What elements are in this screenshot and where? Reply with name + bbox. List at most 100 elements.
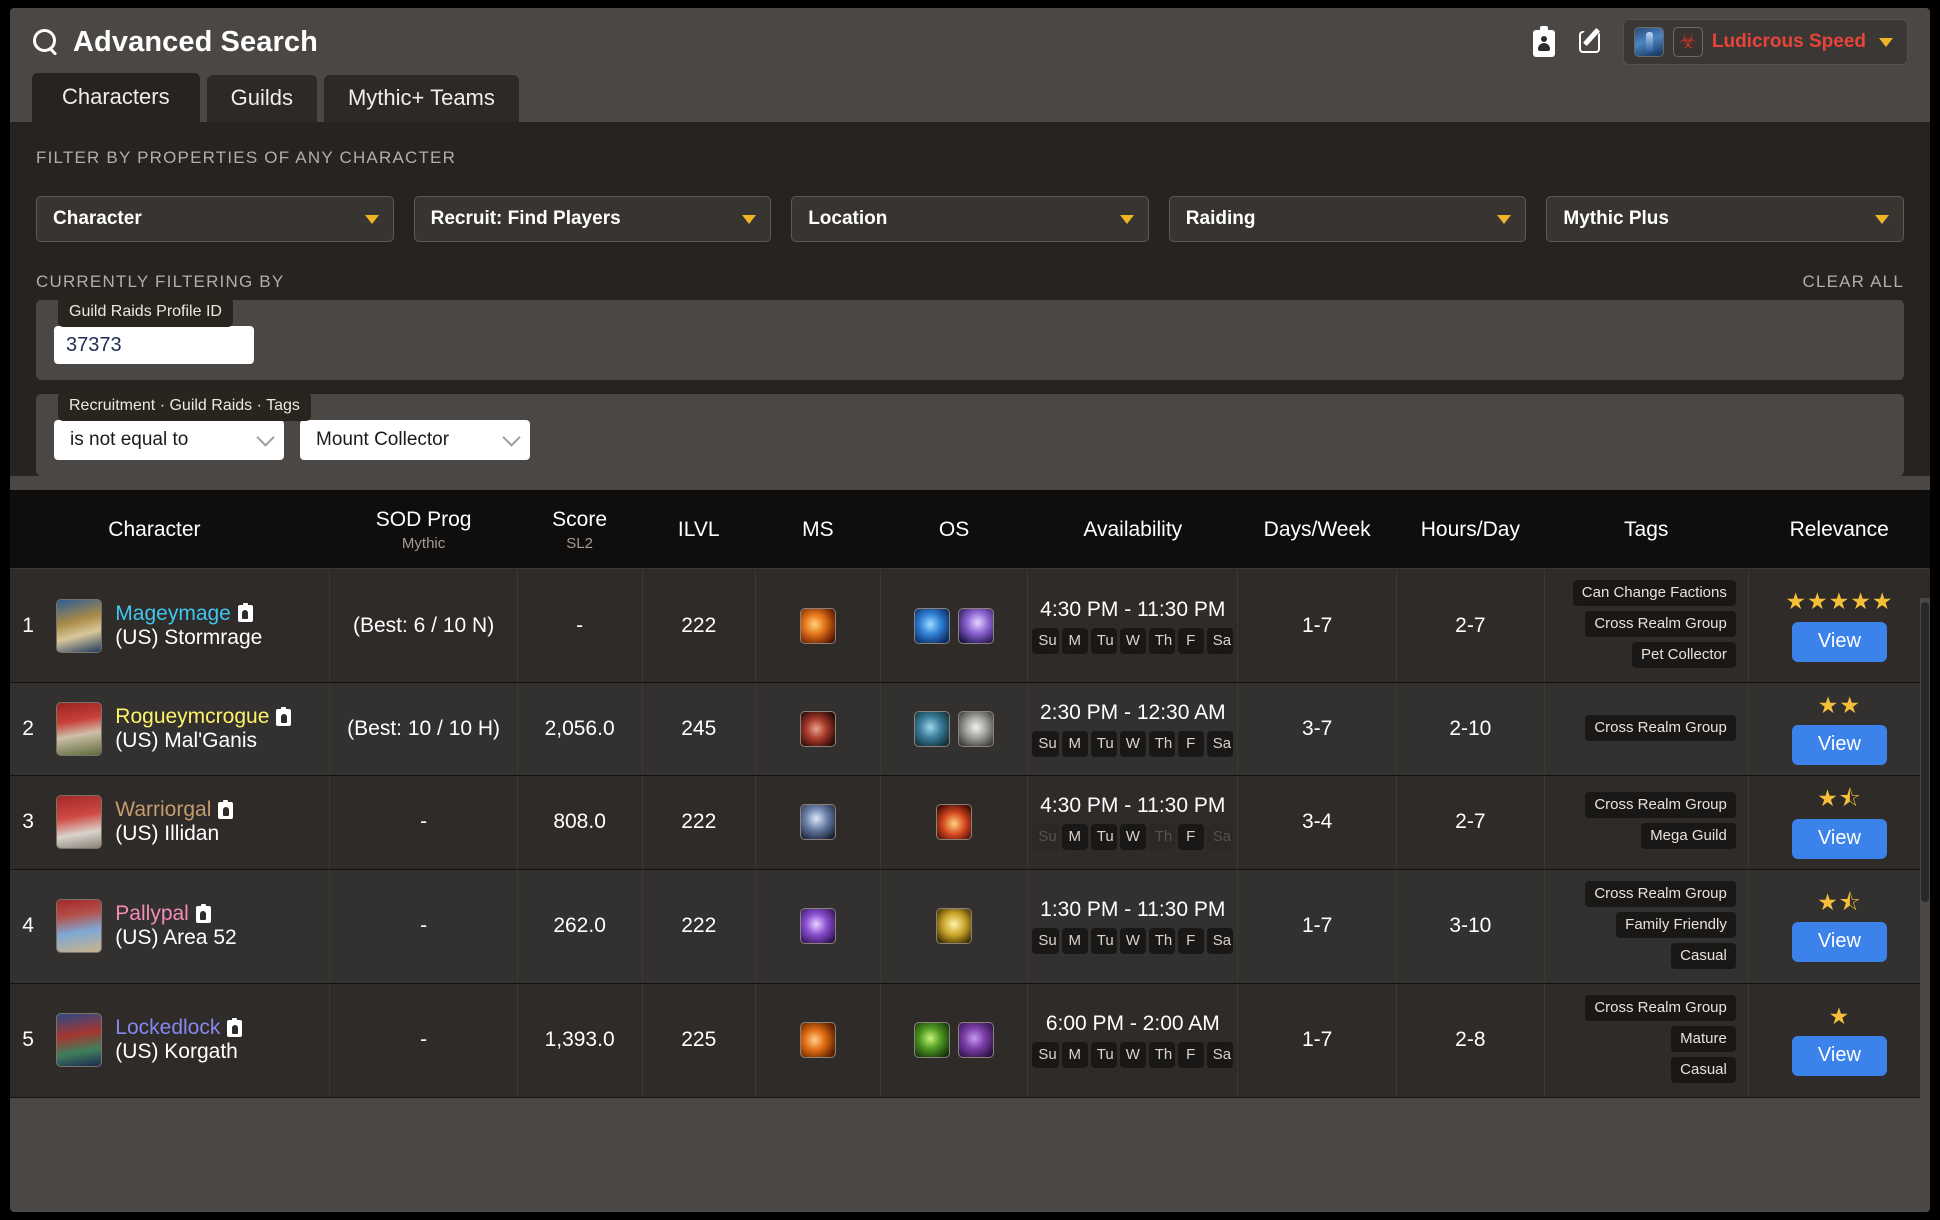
sod-prog-cell: (Best: 6 / 10 N)	[329, 568, 518, 683]
user-menu-button[interactable]: ☣ Ludicrous Speed	[1622, 19, 1908, 65]
clear-all-button[interactable]: CLEAR ALL	[1802, 272, 1904, 292]
roster-clipboard-icon[interactable]	[1529, 26, 1559, 58]
operator-select[interactable]: is not equal to	[54, 420, 284, 460]
spec-icon-holy[interactable]	[936, 908, 973, 945]
filter-group-body	[36, 300, 1904, 380]
col-os[interactable]: OS	[880, 490, 1028, 569]
profile-badge-icon	[218, 799, 234, 819]
spec-icon-arcane[interactable]	[914, 607, 951, 644]
spec-icon-frost[interactable]	[958, 607, 995, 644]
main-spec-cell	[755, 568, 881, 683]
col-ilvl[interactable]: ILVL	[642, 490, 756, 569]
dropdown-recruit-find-players[interactable]: Recruit: Find Players	[413, 196, 772, 242]
dropdown-character[interactable]: Character	[36, 196, 394, 242]
results-table-body: 1 Mageymage (US) Stormrage (Best: 6 / 10…	[10, 568, 1930, 1098]
character-name-link[interactable]: Warriorgal	[115, 798, 234, 822]
spec-icon-ret[interactable]	[799, 908, 836, 945]
relevance-stars: ★★★★★	[1785, 588, 1894, 615]
availability-cell: 4:30 PM - 11:30 PM Su M Tu W Th F Sa	[1027, 568, 1239, 683]
tag-chip: Cross Realm Group	[1585, 714, 1736, 741]
spec-icon-demo[interactable]	[958, 1022, 995, 1059]
day-chip: Tu	[1090, 1042, 1117, 1069]
search-icon	[32, 28, 60, 56]
col-character[interactable]: Character	[46, 490, 330, 569]
availability-time: 4:30 PM - 11:30 PM	[1040, 597, 1226, 621]
relevance-stars: ★	[1828, 1002, 1851, 1029]
view-button[interactable]: View	[1791, 621, 1887, 662]
days-week-cell: 1-7	[1237, 869, 1398, 984]
score-cell: 2,056.0	[517, 682, 643, 777]
spec-icon-assass[interactable]	[799, 711, 836, 748]
day-chip: Su	[1032, 1042, 1059, 1069]
tags-cell: Cross Realm Group Mature Casual	[1544, 983, 1749, 1098]
col-sod-prog[interactable]: SOD Prog Mythic	[329, 490, 518, 569]
tag-value-select[interactable]: Mount Collector	[300, 420, 530, 460]
dropdown-mythic-plus[interactable]: Mythic Plus	[1546, 196, 1904, 242]
character-cell: Rogueymcrogue (US) Mal'Ganis	[46, 682, 331, 777]
col-tags[interactable]: Tags	[1544, 490, 1749, 569]
col-sod-prog-label: SOD Prog	[375, 508, 472, 531]
days-week-cell: 1-7	[1237, 983, 1398, 1098]
col-score[interactable]: Score SL2	[517, 490, 643, 569]
spec-icon-affl[interactable]	[914, 1022, 951, 1059]
sod-prog-cell: -	[329, 775, 518, 870]
tag-value-select-value: Mount Collector	[316, 429, 450, 450]
vertical-scrollbar[interactable]	[1920, 598, 1930, 1212]
day-chip: W	[1119, 627, 1146, 654]
row-index: 1	[10, 568, 47, 683]
character-portrait	[56, 795, 103, 850]
relevance-cell: ★★★★★ View	[1748, 568, 1930, 683]
spec-icon-fire[interactable]	[799, 607, 836, 644]
character-name-link[interactable]: Lockedlock	[115, 1016, 243, 1040]
spec-icon-armsw[interactable]	[799, 804, 836, 841]
character-name-link[interactable]: Rogueymcrogue	[115, 705, 292, 729]
tab-guilds[interactable]: Guilds	[206, 75, 317, 122]
profile-badge-icon	[276, 706, 292, 726]
col-hours-day[interactable]: Hours/Day	[1396, 490, 1545, 569]
col-days-week[interactable]: Days/Week	[1237, 490, 1397, 569]
day-chip: F	[1177, 731, 1204, 758]
character-portrait	[56, 899, 103, 954]
view-button[interactable]: View	[1791, 1036, 1887, 1077]
availability-time: 6:00 PM - 2:00 AM	[1045, 1012, 1220, 1036]
character-portrait	[56, 1013, 103, 1068]
view-button[interactable]: View	[1791, 818, 1887, 859]
spec-icon-prot[interactable]	[936, 804, 973, 841]
dropdown-location-label: Location	[808, 208, 888, 229]
edit-compose-icon[interactable]	[1576, 25, 1606, 58]
filter-section-label: FILTER BY PROPERTIES OF ANY CHARACTER	[36, 148, 457, 167]
hours-day-cell: 2-7	[1396, 775, 1545, 870]
availability-time: 4:30 PM - 11:30 PM	[1040, 794, 1226, 818]
col-ms[interactable]: MS	[755, 490, 881, 569]
col-relevance[interactable]: Relevance	[1748, 490, 1930, 569]
view-button[interactable]: View	[1791, 922, 1887, 963]
hours-day-cell: 2-7	[1396, 568, 1545, 683]
character-name-link[interactable]: Pallypal	[115, 902, 236, 926]
scrollbar-thumb[interactable]	[1921, 602, 1929, 902]
view-button[interactable]: View	[1791, 725, 1887, 766]
dropdown-raiding[interactable]: Raiding	[1168, 196, 1527, 242]
tags-cell: Cross Realm Group Mega Guild	[1544, 775, 1749, 870]
tab-mythic-plus-teams[interactable]: Mythic+ Teams	[323, 75, 519, 122]
day-chip: Th	[1148, 928, 1175, 955]
tags-cell: Cross Realm Group	[1544, 682, 1749, 777]
dropdown-location[interactable]: Location	[791, 196, 1149, 242]
filter-group-body: is not equal to Mount Collector	[36, 394, 1904, 476]
character-realm: (US) Illidan	[115, 822, 220, 846]
spec-icon-destro[interactable]	[799, 1022, 836, 1059]
tags-cell: Can Change Factions Cross Realm Group Pet …	[1544, 568, 1749, 683]
day-chip: M	[1061, 627, 1088, 654]
row-index: 2	[10, 682, 47, 777]
spec-icon-outlaw[interactable]	[914, 711, 951, 748]
col-availability[interactable]: Availability	[1027, 490, 1238, 569]
days-week-cell: 3-4	[1237, 775, 1398, 870]
tag-chip: Mature	[1671, 1025, 1736, 1052]
day-chip: M	[1061, 928, 1088, 955]
off-spec-cell	[880, 568, 1029, 683]
profile-badge-icon	[237, 603, 253, 622]
tab-characters[interactable]: Characters	[32, 73, 200, 122]
sod-prog-cell: -	[329, 983, 518, 1098]
spec-icon-sub[interactable]	[958, 711, 995, 748]
guild-raids-profile-id-input[interactable]	[54, 326, 254, 364]
character-name-link[interactable]: Mageymage	[115, 602, 262, 626]
